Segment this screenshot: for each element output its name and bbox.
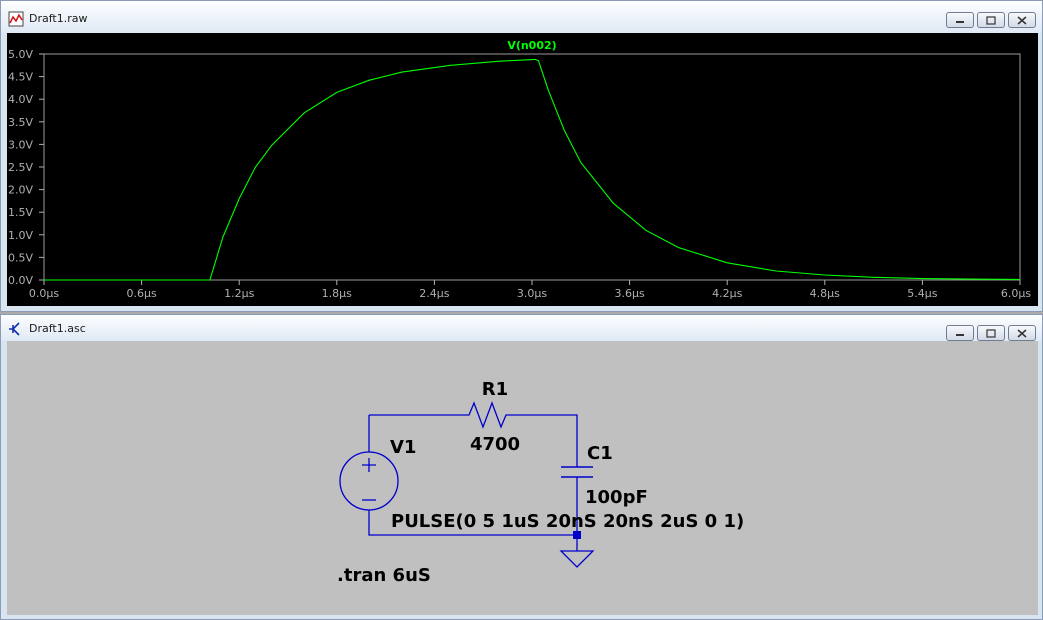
y-tick-label: 2.0V (8, 184, 33, 197)
y-tick-label: 1.5V (8, 206, 33, 219)
minimize-icon (956, 21, 964, 23)
waveform-window-title: Draft1.raw (29, 12, 88, 25)
close-button[interactable] (1008, 12, 1036, 28)
plot-frame (43, 53, 1021, 281)
schematic-titlebar[interactable]: Draft1.asc (1, 315, 1042, 341)
x-tick-label: 4.2µs (712, 287, 742, 300)
restore-button[interactable] (977, 12, 1005, 28)
minimize-icon (956, 334, 964, 336)
y-tick-label: 2.5V (8, 161, 33, 174)
c1-label[interactable]: C1 (587, 443, 613, 464)
restore-icon (986, 15, 996, 25)
y-tick-label: 0.0V (8, 274, 33, 287)
x-tick-label: 3.6µs (614, 287, 644, 300)
waveform-icon (8, 11, 24, 27)
wire-top-right[interactable] (511, 414, 578, 453)
schematic-window-title: Draft1.asc (29, 322, 86, 335)
x-tick-label: 4.8µs (810, 287, 840, 300)
waveform-chart[interactable]: 0.0V 0.5V 1.0V 1.5V 2.0V 2.5V 3.0V 3.5V 4.0V 4.5V… (7, 33, 1038, 306)
x-tick-label: 1.8µs (322, 287, 352, 300)
c1-value[interactable]: 100pF (585, 487, 648, 508)
v1-source-value[interactable]: PULSE(0 5 1uS 20nS 20nS 2uS 0 1) (391, 511, 744, 532)
close-icon (1017, 328, 1027, 338)
node-junction[interactable] (573, 531, 581, 539)
minimize-button[interactable] (946, 12, 974, 28)
trace-label[interactable]: V(n002) (507, 39, 556, 52)
y-tick-label: 4.0V (8, 93, 33, 106)
x-tick-label: 5.4µs (907, 287, 937, 300)
ground-symbol[interactable] (559, 550, 595, 568)
resistor-r1[interactable] (463, 401, 511, 429)
close-icon (1017, 15, 1027, 25)
x-tick-label: 0.6µs (126, 287, 156, 300)
schematic-icon (9, 322, 20, 336)
y-tick-label: 0.5V (8, 251, 33, 264)
x-tick-label: 6.0µs (1001, 287, 1031, 300)
x-axis-ticks: 0.0µs 0.6µs 1.2µs 1.8µs 2.4µs 3.0µs 3.6µs 4.2µs… (29, 280, 1031, 300)
x-tick-label: 3.0µs (517, 287, 547, 300)
minimize-button[interactable] (946, 325, 974, 341)
trace-v-n002 (44, 58, 1021, 281)
schematic-window-controls (946, 325, 1036, 341)
x-tick-label: 2.4µs (419, 287, 449, 300)
close-button[interactable] (1008, 325, 1036, 341)
waveform-plot-area[interactable]: 0.0V 0.5V 1.0V 1.5V 2.0V 2.5V 3.0V 3.5V 4.0V 4.5V… (7, 33, 1038, 306)
y-tick-label: 3.0V (8, 138, 33, 151)
schematic-window[interactable]: Draft1.asc R1 4700 V1 C1 100pF PULSE(0 5… (0, 314, 1043, 620)
r1-label[interactable]: R1 (482, 379, 508, 400)
r1-value[interactable]: 4700 (470, 434, 520, 455)
restore-button[interactable] (977, 325, 1005, 341)
tran-directive[interactable]: .tran 6uS (337, 565, 431, 586)
waveform-window-controls (946, 12, 1036, 28)
x-tick-label: 0.0µs (29, 287, 59, 300)
schematic-canvas[interactable]: R1 4700 V1 C1 100pF PULSE(0 5 1uS 20nS 2… (7, 341, 1038, 615)
v1-label[interactable]: V1 (390, 437, 416, 458)
y-axis-ticks: 0.0V 0.5V 1.0V 1.5V 2.0V 2.5V 3.0V 3.5V 4.0V 4.5V… (8, 48, 44, 287)
x-tick-label: 1.2µs (224, 287, 254, 300)
schematic-drawing[interactable]: R1 4700 V1 C1 100pF PULSE(0 5 1uS 20nS 2… (7, 341, 1038, 615)
restore-icon (986, 328, 996, 338)
y-tick-label: 3.5V (8, 116, 33, 129)
waveform-titlebar[interactable]: Draft1.raw (1, 1, 1042, 33)
y-tick-label: 1.0V (8, 229, 33, 242)
y-tick-label: 4.5V (8, 71, 33, 84)
y-tick-label: 5.0V (8, 48, 33, 61)
waveform-window[interactable]: Draft1.raw 0.0V 0.5V 1.0V 1.5V 2.0V 2.5V 3.0V 3… (0, 0, 1043, 312)
